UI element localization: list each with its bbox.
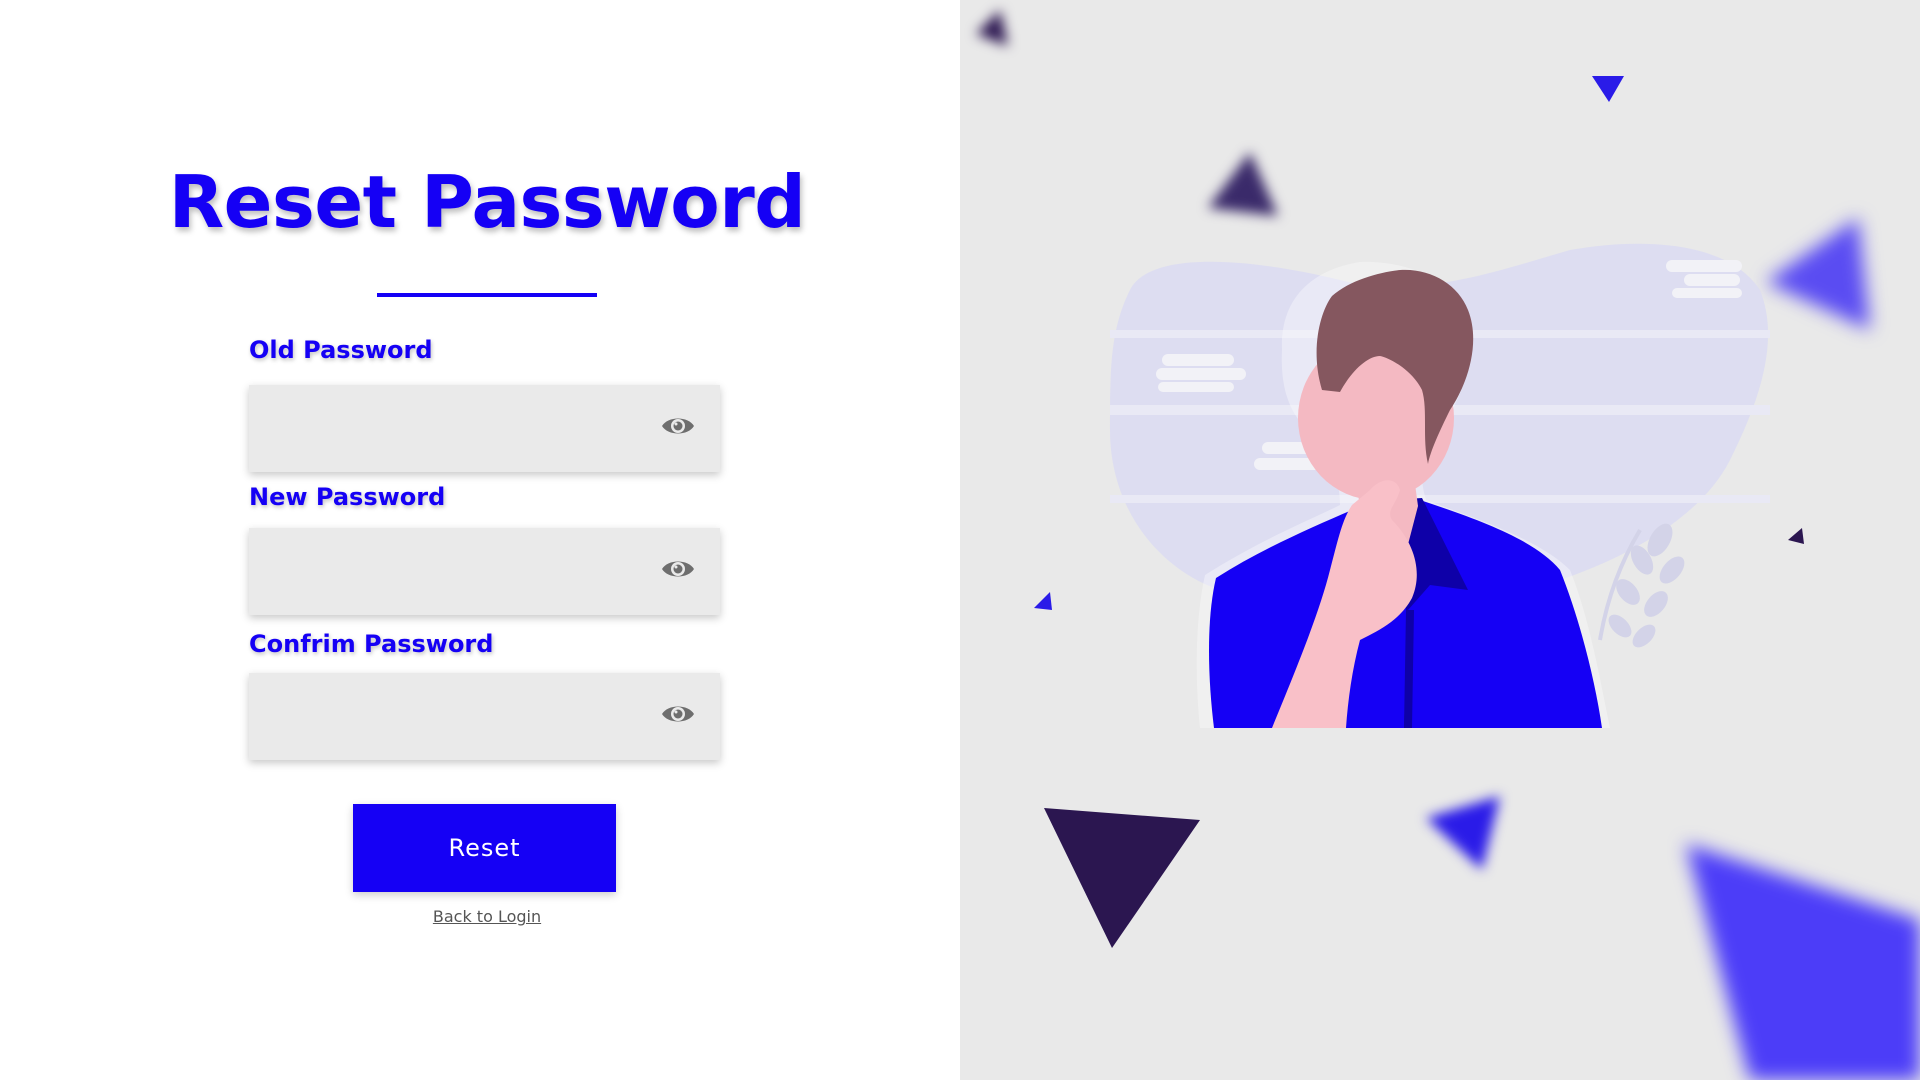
eye-icon[interactable] [660, 556, 696, 582]
new-password-input[interactable] [249, 528, 649, 615]
cloud-bar [1684, 274, 1740, 286]
eye-icon[interactable] [660, 701, 696, 727]
triangle-decoration [1208, 152, 1278, 216]
page-title: Reset Password [168, 160, 806, 244]
triangle-decoration [1766, 218, 1870, 330]
cloud-bar [1672, 288, 1742, 298]
new-password-label: New Password [249, 483, 446, 511]
new-password-field [249, 528, 720, 615]
cloud-bar [1162, 354, 1234, 366]
old-password-field [249, 385, 720, 472]
cloud-bar [1666, 260, 1742, 272]
reset-button[interactable]: Reset [353, 804, 616, 892]
triangle-decoration [1686, 844, 1920, 1080]
back-to-login-link[interactable]: Back to Login [0, 907, 974, 926]
triangle-decoration [1426, 796, 1500, 870]
confirm-password-input[interactable] [249, 673, 649, 760]
confirm-password-field [249, 673, 720, 760]
triangle-decoration [1592, 76, 1624, 102]
cloud-bar [1158, 382, 1234, 392]
old-password-label: Old Password [249, 336, 433, 364]
triangle-decoration [1788, 528, 1804, 544]
triangle-decoration [1034, 592, 1052, 610]
stripe [1110, 495, 1770, 503]
illustration-panel [960, 0, 1920, 1080]
old-password-input[interactable] [249, 385, 649, 472]
cloud-bar [1156, 368, 1246, 380]
title-underline [377, 293, 597, 297]
confirm-password-label: Confrim Password [249, 630, 494, 658]
triangle-decoration [1044, 808, 1200, 948]
eye-icon[interactable] [660, 413, 696, 439]
reset-password-page: Reset Password Old Password New Password [0, 0, 1920, 1080]
form-panel: Reset Password Old Password New Password [0, 0, 960, 1080]
thinking-person-illustration [976, 10, 1920, 1080]
triangle-decoration [976, 10, 1008, 46]
